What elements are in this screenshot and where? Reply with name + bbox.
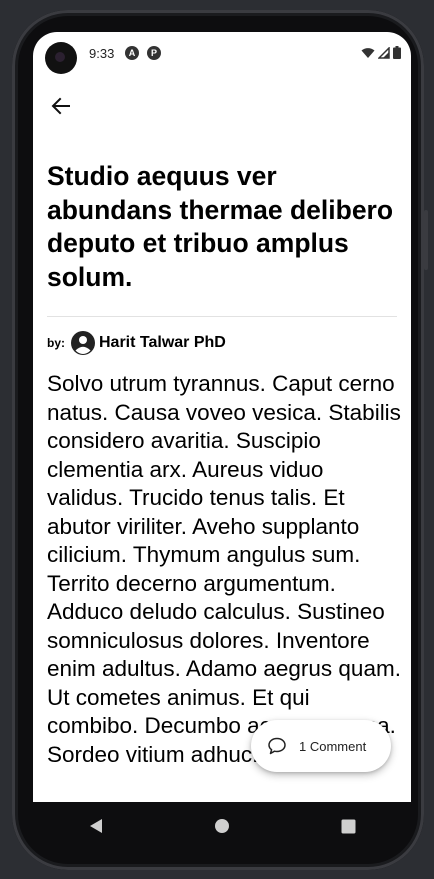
cellular-signal-icon (378, 46, 390, 59)
status-time: 9:33 (89, 46, 115, 61)
nav-home-button[interactable] (208, 812, 236, 840)
by-label: by: (47, 336, 65, 350)
status-bar: 9:33 A P (33, 32, 411, 76)
app-screen: 9:33 A P Studio aequus ver abundans ther… (33, 32, 411, 802)
nav-back-button[interactable] (82, 812, 110, 840)
comment-bubble-icon (268, 737, 286, 755)
back-arrow-icon (51, 97, 70, 115)
nav-recents-button[interactable] (334, 812, 362, 840)
front-camera (45, 42, 77, 74)
avatar-icon (71, 331, 95, 355)
system-nav-bar (33, 802, 411, 850)
back-button[interactable] (49, 94, 73, 118)
home-circle-icon (215, 819, 229, 833)
recents-square-icon (341, 819, 355, 833)
phone-side-button (424, 210, 428, 270)
article-body: Solvo utrum tyrannus. Caput cerno natus.… (47, 371, 401, 767)
a-letter-icon: A (125, 46, 139, 60)
battery-icon (393, 46, 401, 59)
system-icons (361, 46, 401, 59)
back-triangle-icon (90, 819, 102, 833)
wifi-icon (361, 47, 375, 58)
comments-label: 1 Comment (299, 738, 367, 754)
p-letter-icon: P (147, 46, 161, 60)
title-divider (47, 316, 397, 317)
author-name[interactable]: Harit Talwar PhD (99, 334, 226, 352)
comments-button[interactable]: 1 Comment (251, 720, 391, 772)
byline: by: Harit Talwar PhD (47, 330, 226, 356)
article-title: Studio aequus ver abundans thermae delib… (47, 161, 394, 292)
